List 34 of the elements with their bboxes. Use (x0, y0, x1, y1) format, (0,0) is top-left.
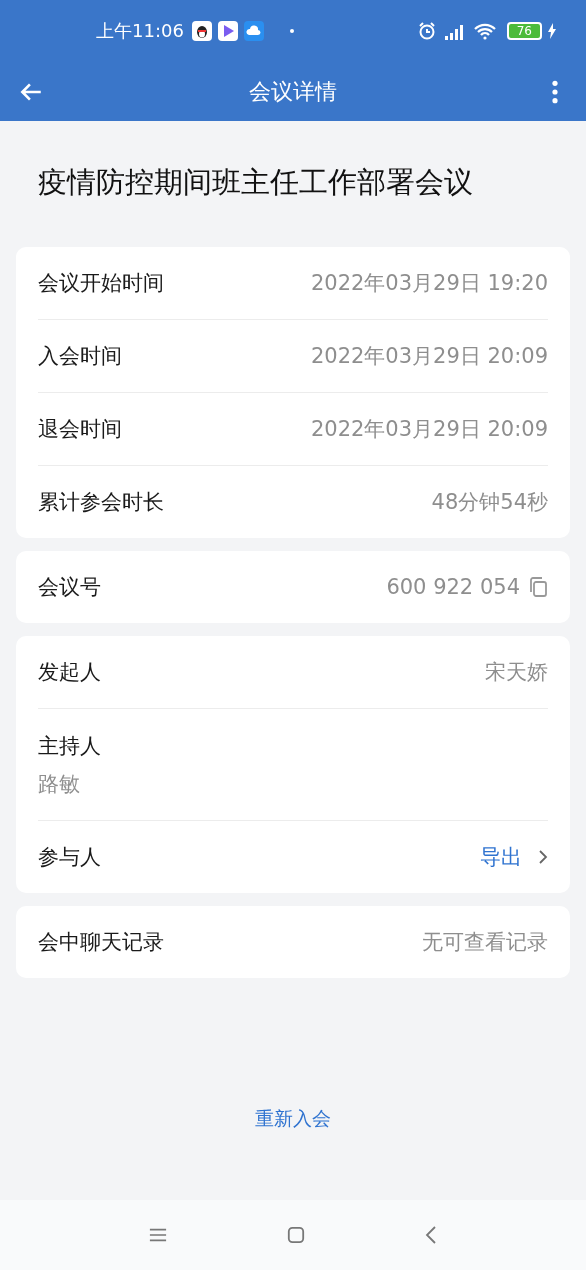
dot-icon (289, 29, 294, 33)
status-time: 上午11:06 (96, 19, 184, 43)
row-value: 宋天娇 (485, 659, 548, 686)
row-value: 2022年03月29日 20:09 (310, 343, 548, 370)
row-label: 会中聊天记录 (38, 929, 164, 956)
row-value: 48分钟54秒 (431, 489, 548, 516)
row-label: 累计参会时长 (38, 489, 164, 516)
wifi-icon (472, 21, 497, 41)
cloud-app-icon (243, 21, 264, 41)
copy-icon[interactable] (528, 576, 548, 598)
row-label: 参与人 (38, 844, 101, 871)
row-label: 主持人 (38, 732, 101, 760)
row-value: 路敏 (38, 770, 80, 798)
row-label: 退会时间 (38, 416, 122, 443)
back-chevron-icon[interactable] (425, 1225, 437, 1245)
penguin-app-icon (191, 21, 212, 41)
battery-indicator: 76 (506, 22, 542, 40)
row-label: 发起人 (38, 659, 101, 686)
play-app-icon (217, 21, 238, 41)
rejoin-link[interactable]: 重新入会 (251, 1102, 335, 1136)
row-label: 会议开始时间 (38, 270, 164, 297)
home-square-icon[interactable] (287, 1226, 305, 1244)
row-label: 会议号 (38, 574, 101, 601)
row-value: 2022年03月29日 20:09 (310, 416, 548, 443)
charging-icon (548, 23, 556, 39)
meeting-title: 疫情防控期间班主任工作部署会议 (38, 164, 474, 201)
row-value: 600 922 054 (386, 575, 520, 599)
page-title: 会议详情 (248, 77, 338, 106)
menu-icon[interactable] (149, 1227, 167, 1243)
row-value: 2022年03月29日 19:20 (310, 270, 548, 297)
chevron-right-icon[interactable] (538, 849, 548, 865)
row-value: 无可查看记录 (422, 929, 548, 956)
row-label: 入会时间 (38, 343, 122, 370)
export-link[interactable]: 导出 (480, 843, 522, 871)
